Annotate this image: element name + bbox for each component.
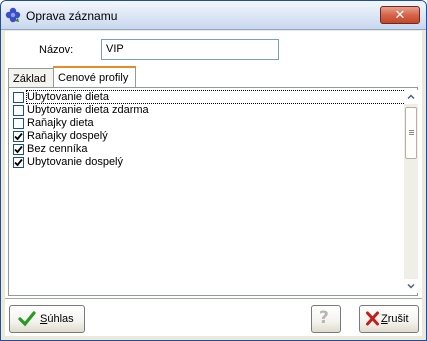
checkmark-icon: [14, 132, 23, 141]
arrow-down-icon: [407, 283, 415, 289]
ok-button-label: Súhlas: [40, 313, 74, 325]
scroll-up-button[interactable]: [404, 90, 418, 104]
list-item[interactable]: Raňajky dieta: [11, 117, 403, 130]
scroll-thumb[interactable]: [405, 107, 417, 159]
list-item[interactable]: Ubytovanie dospelý: [11, 156, 403, 169]
checkbox[interactable]: [13, 157, 24, 168]
name-label: Názov:: [39, 44, 74, 56]
name-input[interactable]: VIP: [101, 39, 279, 60]
checkmark-icon: [18, 311, 36, 330]
list-item-label: Raňajky dospelý: [27, 130, 108, 142]
red-x-icon: [366, 311, 379, 329]
list-item-label: Ubytovanie dieta: [26, 90, 408, 104]
checkmark-icon: [14, 158, 23, 167]
violet-flower-icon: [5, 7, 21, 23]
divider: [5, 298, 422, 299]
arrow-up-icon: [407, 94, 415, 100]
dialog-content: Názov: VIP Základ Cenové profily Ubytova…: [5, 31, 422, 336]
price-profile-list[interactable]: Ubytovanie dieta Ubytovanie dieta zdarma…: [11, 90, 408, 293]
close-icon: ✕: [394, 7, 406, 22]
cancel-button-label: Zrušit: [381, 313, 409, 325]
scroll-down-button[interactable]: [404, 279, 418, 293]
list-item-label: Ubytovanie dieta zdarma: [27, 104, 149, 116]
help-button[interactable]: ?: [311, 305, 341, 333]
help-icon: ?: [319, 308, 329, 328]
tab-panel: Ubytovanie dieta Ubytovanie dieta zdarma…: [8, 87, 418, 296]
list-item[interactable]: Ubytovanie dieta: [11, 90, 408, 104]
list-item[interactable]: Raňajky dospelý: [11, 130, 403, 143]
title-bar[interactable]: Oprava záznamu ✕: [1, 1, 426, 30]
list-item-label: Ubytovanie dospelý: [27, 156, 124, 168]
ok-button[interactable]: Súhlas: [9, 305, 85, 333]
checkbox[interactable]: [13, 131, 24, 142]
tab-basic[interactable]: Základ: [8, 68, 53, 88]
checkbox[interactable]: [13, 118, 24, 129]
dialog-window: Oprava záznamu ✕ Názov: VIP Základ Cenov…: [0, 0, 427, 341]
vertical-scrollbar[interactable]: [404, 90, 418, 293]
tab-price-profiles[interactable]: Cenové profily: [53, 66, 136, 89]
checkbox[interactable]: [13, 144, 24, 155]
list-item[interactable]: Ubytovanie dieta zdarma: [11, 104, 403, 117]
list-item-label: Bez cenníka: [27, 143, 88, 155]
checkbox[interactable]: [13, 92, 24, 103]
checkbox[interactable]: [13, 105, 24, 116]
cancel-button[interactable]: Zrušit: [359, 305, 419, 333]
checkmark-icon: [14, 145, 23, 154]
list-item[interactable]: Bez cenníka: [11, 143, 403, 156]
close-button[interactable]: ✕: [380, 6, 420, 24]
window-title: Oprava záznamu: [26, 9, 118, 23]
list-item-label: Raňajky dieta: [27, 117, 94, 129]
